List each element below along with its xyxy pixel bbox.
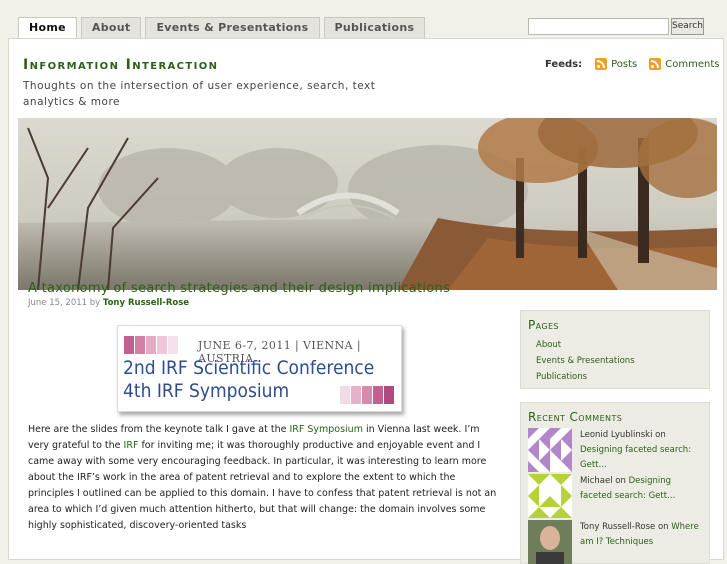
feeds-label: Feeds: [545, 58, 583, 70]
avatar [528, 474, 572, 518]
post-meta: June 15, 2011 by Tony Russell-Rose [28, 298, 189, 308]
post-author[interactable]: Tony Russell-Rose [103, 298, 189, 308]
tab-about[interactable]: About [80, 17, 142, 38]
irf-symposium-link[interactable]: IRF Symposium [289, 424, 363, 435]
banner-square [168, 336, 178, 354]
post-text: for inviting me; it was thoroughly produ… [28, 440, 497, 531]
avatar [528, 428, 572, 472]
tab-publications[interactable]: Publications [323, 17, 426, 38]
tab-events-presentations[interactable]: Events & Presentations [145, 17, 320, 38]
post-text: Here are the slides from the keynote tal… [28, 424, 290, 435]
main-nav: Home About Events & Presentations Public… [18, 17, 426, 39]
list-item: Leonid Lyublinski on Designing faceted s… [521, 428, 709, 472]
recent-comments-title: Recent Comments [528, 410, 623, 424]
banner-square [384, 386, 394, 404]
sidebar-item-about[interactable]: About [536, 337, 709, 353]
comment-on: on [657, 522, 669, 532]
recent-comments-widget: Recent Comments Leonid Lyublinski on Des… [520, 402, 710, 564]
comment-text: Tony Russell-Rose on Where am I? Techniq… [580, 520, 705, 550]
banner-square [135, 336, 145, 354]
list-item: Tony Russell-Rose on Where am I? Techniq… [521, 520, 709, 564]
banner-square [124, 336, 134, 354]
comment-post-link[interactable]: Designing faceted search: Gett… [580, 445, 691, 470]
post-by: by [89, 298, 101, 308]
rss-icon[interactable] [595, 58, 608, 70]
list-item: Michael on Designing faceted search: Get… [521, 474, 709, 518]
pages-widget-title: Pages [528, 318, 559, 332]
site-tagline: Thoughts on the intersection of user exp… [23, 80, 376, 108]
irf-link[interactable]: IRF [124, 440, 139, 451]
banner-square [373, 386, 383, 404]
banner-conference: 2nd IRF Scientific Conference [123, 357, 374, 379]
banner-square [157, 336, 167, 354]
banner-square [351, 386, 361, 404]
comment-on: on [655, 430, 666, 440]
posts-feed-link[interactable]: Posts [611, 59, 637, 70]
post-body: Here are the slides from the keynote tal… [28, 422, 498, 534]
pages-widget: Pages About Events & Presentations Publi… [520, 310, 710, 389]
comment-on: on [615, 476, 626, 486]
banner-conference-text: IRF Scientific Conference [155, 357, 375, 379]
banner-ordinal: 2nd [123, 357, 156, 379]
banner-square [340, 386, 350, 404]
comment-author[interactable]: Tony Russell-Rose [580, 522, 655, 532]
banner-square [146, 336, 156, 354]
banner-symposium: 4th IRF Symposium [123, 380, 289, 402]
sidebar-item-events-presentations[interactable]: Events & Presentations [536, 353, 709, 369]
banner-square [362, 386, 372, 404]
sidebar-item-publications[interactable]: Publications [536, 369, 709, 385]
banner-symposium-text: IRF Symposium [151, 380, 290, 402]
comment-author[interactable]: Leonid Lyublinski [580, 430, 652, 440]
rss-icon[interactable] [649, 58, 662, 70]
comment-text: Leonid Lyublinski on Designing faceted s… [580, 428, 705, 473]
comments-feed-link[interactable]: Comments [665, 59, 719, 70]
comment-text: Michael on Designing faceted search: Get… [580, 474, 705, 504]
misty-park-illustration [18, 118, 717, 290]
post-date: June 15, 2011 [28, 298, 88, 308]
banner-ordinal: 4th [123, 380, 152, 402]
search-input[interactable] [528, 18, 669, 35]
search-form: Search [528, 18, 704, 35]
feeds: Feeds: Posts Comments [545, 58, 727, 70]
pages-list: About Events & Presentations Publication… [521, 337, 709, 385]
tab-home[interactable]: Home [18, 17, 77, 39]
avatar [528, 520, 572, 564]
post-title[interactable]: A taxonomy of search strategies and thei… [28, 281, 450, 296]
search-button[interactable]: Search [671, 18, 704, 35]
header-image [18, 118, 717, 290]
conference-banner: JUNE 6-7, 2011 | VIENNA | AUSTRIA 2nd IR… [117, 325, 402, 412]
comment-author[interactable]: Michael [580, 476, 613, 486]
site-title[interactable]: Information Interaction [23, 57, 218, 73]
